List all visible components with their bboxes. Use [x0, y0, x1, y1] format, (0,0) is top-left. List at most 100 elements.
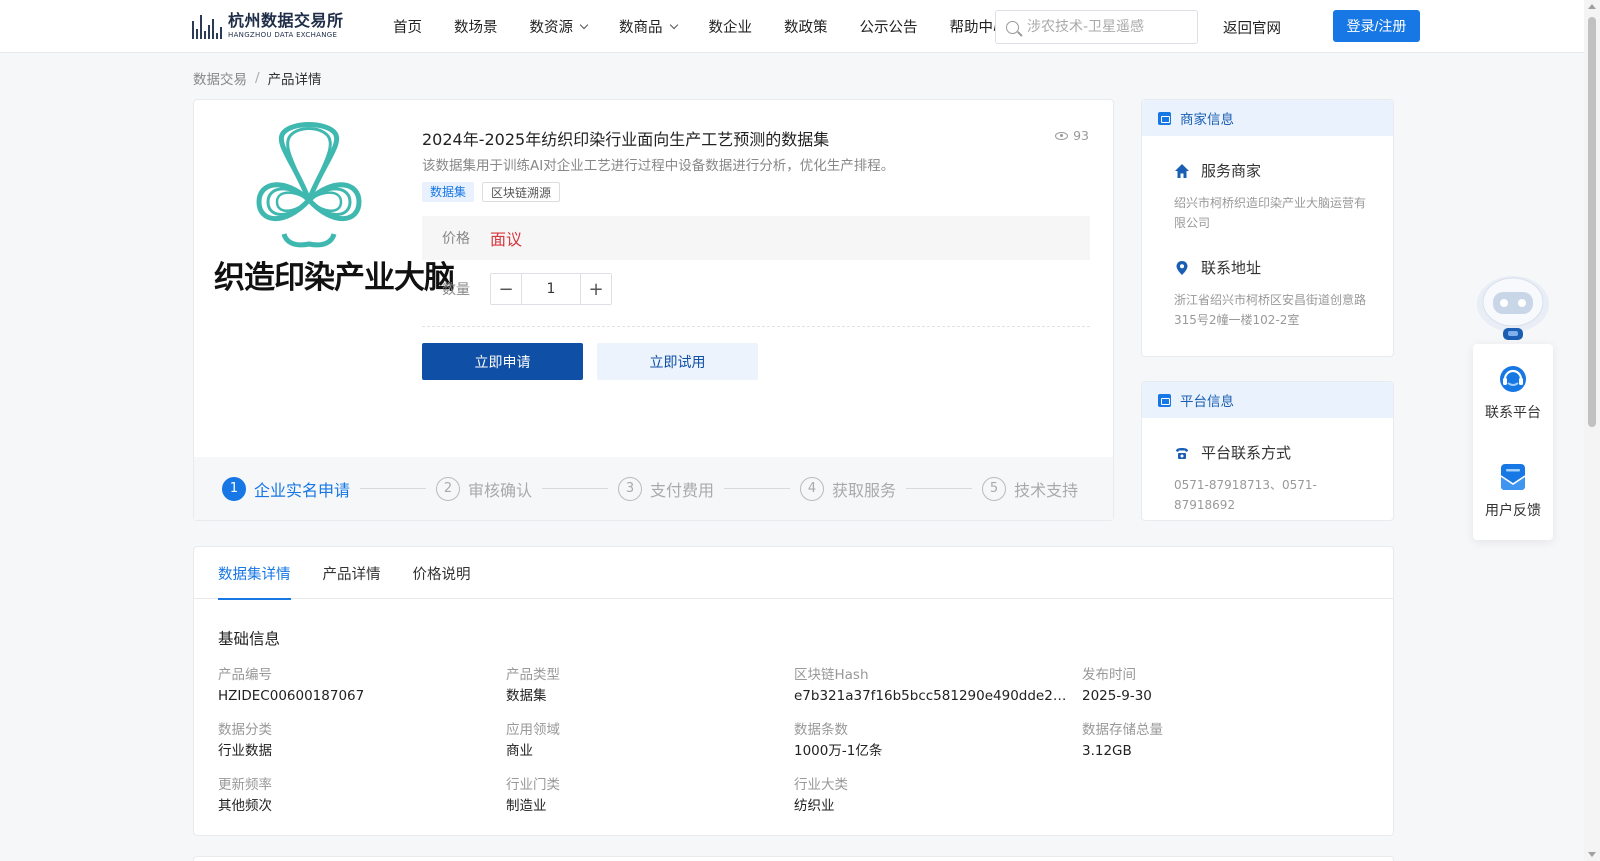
nav-item-label: 公示公告	[859, 20, 918, 36]
price-value: 面议	[490, 230, 523, 249]
location-pin-icon	[1176, 260, 1188, 275]
step-4: 4 获取服务	[800, 476, 897, 501]
nav-item-label: 数政策	[784, 20, 828, 36]
merchant-info-title: 商家信息	[1180, 112, 1234, 128]
robot-assistant-icon[interactable]	[1473, 268, 1553, 346]
search-input[interactable]	[1027, 19, 1187, 35]
contact-address-title: 联系地址	[1201, 259, 1262, 277]
apply-now-button[interactable]: 立即申请	[422, 343, 583, 380]
nav-item-2[interactable]: 数资源	[529, 16, 589, 37]
monitor-icon	[1158, 393, 1171, 407]
basic-info-title: 基础信息	[218, 630, 281, 648]
merchant-info-header: 商家信息	[1142, 100, 1393, 136]
step-label: 审核确认	[468, 480, 533, 500]
step-connector	[724, 488, 791, 489]
info-field: 更新频率 其他频次	[218, 775, 506, 816]
view-count-value: 93	[1073, 128, 1089, 143]
product-logo-slogan: 织造印染产业大脑	[214, 260, 455, 296]
step-label: 企业实名申请	[254, 480, 351, 500]
info-field: 行业门类 制造业	[506, 775, 794, 816]
info-field-label: 更新频率	[218, 777, 272, 793]
quantity-input[interactable]	[522, 274, 580, 304]
page-scrollbar[interactable]	[1584, 0, 1600, 861]
nav-item-0[interactable]: 首页	[393, 16, 422, 37]
infinity-brand-icon	[256, 122, 362, 248]
floating-service-panel: 联系平台 用户反馈	[1473, 344, 1553, 540]
nav-item-label: 首页	[393, 20, 422, 36]
product-logo: 织造印染产业大脑	[214, 122, 455, 312]
breadcrumb: 数据交易 / 产品详情	[193, 68, 322, 88]
tag-dataset: 数据集	[422, 182, 475, 202]
product-title: 2024年-2025年纺织印染行业面向生产工艺预测的数据集	[422, 130, 830, 149]
breadcrumb-separator: /	[255, 70, 260, 86]
step-label: 技术支持	[1014, 480, 1079, 500]
quantity-minus-button[interactable]: −	[491, 274, 522, 304]
step-label: 获取服务	[832, 480, 897, 500]
try-now-button[interactable]: 立即试用	[597, 343, 758, 380]
service-merchant-section: 服务商家 绍兴市柯桥织造印染产业大脑运营有限公司	[1174, 160, 1374, 233]
scroll-down-arrow-icon[interactable]	[1588, 852, 1596, 857]
search-box[interactable]	[995, 10, 1198, 44]
quantity-row: 数量 − +	[442, 273, 612, 305]
info-field: 行业大类 纺织业	[794, 775, 1082, 816]
info-field-value: 纺织业	[794, 798, 835, 814]
nav-item-label: 数资源	[529, 20, 574, 36]
info-field-value: 3.12GB	[1082, 743, 1132, 759]
nav-item-1[interactable]: 数场景	[454, 16, 498, 37]
info-field: 数据分类 行业数据	[218, 720, 506, 761]
nav-item-5[interactable]: 数政策	[784, 16, 828, 37]
service-merchant-value: 绍兴市柯桥织造印染产业大脑运营有限公司	[1174, 196, 1367, 230]
nav-item-4[interactable]: 数企业	[709, 16, 753, 37]
info-field-value: 其他频次	[218, 798, 272, 814]
scrollbar-thumb[interactable]	[1588, 17, 1596, 427]
contact-platform-button[interactable]: 联系平台	[1473, 362, 1553, 422]
info-field-value: 2025-9-30	[1082, 688, 1152, 704]
search-icon	[1006, 20, 1019, 34]
info-field: 产品类型 数据集	[506, 665, 794, 706]
back-to-site-link[interactable]: 返回官网	[1223, 17, 1281, 38]
info-field-label: 行业门类	[506, 777, 560, 793]
tab-2[interactable]: 价格说明	[413, 547, 471, 599]
top-header: 杭州数据交易所 HANGZHOU DATA EXCHANGE 首页 数场景 数资源 数…	[0, 0, 1584, 53]
tab-0[interactable]: 数据集详情	[218, 547, 291, 600]
scroll-up-arrow-icon[interactable]	[1588, 4, 1596, 9]
site-logo[interactable]: 杭州数据交易所 HANGZHOU DATA EXCHANGE	[192, 10, 357, 42]
logo-title: 杭州数据交易所	[228, 11, 344, 30]
info-field-label: 发布时间	[1082, 667, 1136, 683]
info-field-label: 数据条数	[794, 722, 848, 738]
divider	[422, 326, 1090, 327]
contact-platform-label: 联系平台	[1485, 405, 1541, 421]
nav-item-3[interactable]: 数商品	[619, 16, 678, 37]
info-field-value: e7b321a37f16b5bcc581290e490dde2860c4a9	[794, 688, 1082, 704]
breadcrumb-root[interactable]: 数据交易	[193, 68, 247, 88]
home-icon	[1175, 163, 1189, 178]
shop-icon	[1158, 111, 1171, 125]
contact-address-section: 联系地址 浙江省绍兴市柯桥区安昌街道创意路315号2幢一楼102-2室	[1174, 257, 1374, 330]
step-label: 支付费用	[650, 480, 715, 500]
info-field: 发布时间 2025-9-30	[1082, 665, 1368, 706]
platform-info-header: 平台信息	[1142, 382, 1393, 418]
quantity-label: 数量	[442, 282, 470, 298]
step-1: 1 企业实名申请	[222, 476, 351, 501]
user-feedback-label: 用户反馈	[1485, 503, 1541, 519]
info-field-value: 行业数据	[218, 743, 272, 759]
platform-contact-value: 0571-87918713、0571-87918692	[1174, 478, 1317, 512]
info-field-label: 行业大类	[794, 777, 848, 793]
nav-item-6[interactable]: 公示公告	[860, 16, 918, 37]
quantity-plus-button[interactable]: +	[580, 274, 611, 304]
info-field: 应用领域 商业	[506, 720, 794, 761]
next-section-card	[193, 856, 1394, 861]
product-tags: 数据集 区块链溯源	[422, 182, 568, 202]
info-field-value: 1000万-1亿条	[794, 743, 883, 759]
nav-item-label: 数商品	[619, 20, 663, 36]
login-register-button[interactable]: 登录/注册	[1333, 10, 1420, 42]
tab-1[interactable]: 产品详情	[323, 547, 381, 599]
info-field-value: 数据集	[506, 688, 547, 704]
user-feedback-button[interactable]: 用户反馈	[1473, 460, 1553, 520]
headset-icon	[1500, 366, 1526, 392]
price-box: 价格 面议	[422, 216, 1090, 260]
info-field: 区块链Hash e7b321a37f16b5bcc581290e490dde286…	[794, 665, 1082, 706]
dataset-detail-card: 数据集详情 产品详情 价格说明 基础信息 产品编号 HZIDEC00600187067…	[193, 546, 1394, 836]
step-5: 5 技术支持	[982, 476, 1079, 501]
logo-subtitle: HANGZHOU DATA EXCHANGE	[228, 31, 338, 39]
